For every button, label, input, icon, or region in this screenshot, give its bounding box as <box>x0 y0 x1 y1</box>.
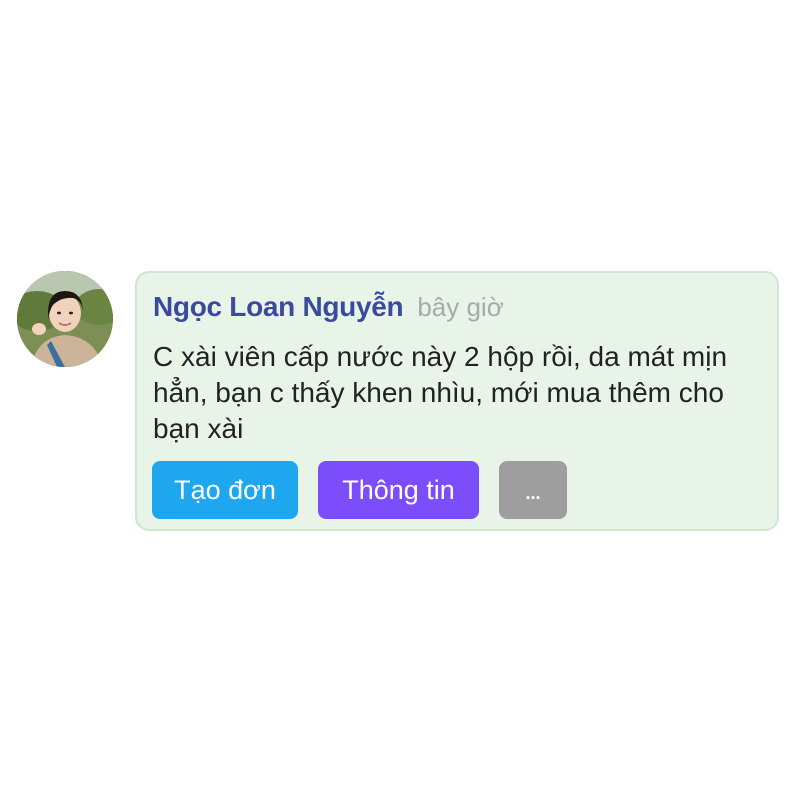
avatar-photo <box>17 271 113 367</box>
timestamp: bây giờ <box>417 292 504 322</box>
comment-text: C xài viên cấp nước này 2 hộp rồi, da má… <box>153 341 728 444</box>
author-name[interactable]: Ngọc Loan Nguyễn <box>153 291 404 322</box>
comment-card: Ngọc Loan Nguyễn bây giờ C xài viên cấp n… <box>135 271 779 531</box>
avatar[interactable] <box>17 271 113 367</box>
info-button[interactable]: Thông tin <box>318 461 479 519</box>
comment-header: Ngọc Loan Nguyễn bây giờ <box>153 291 504 323</box>
more-options-button[interactable]: ... <box>499 461 567 519</box>
create-order-button[interactable]: Tạo đơn <box>152 461 298 519</box>
comment-widget: Ngọc Loan Nguyễn bây giờ C xài viên cấp n… <box>0 0 800 800</box>
